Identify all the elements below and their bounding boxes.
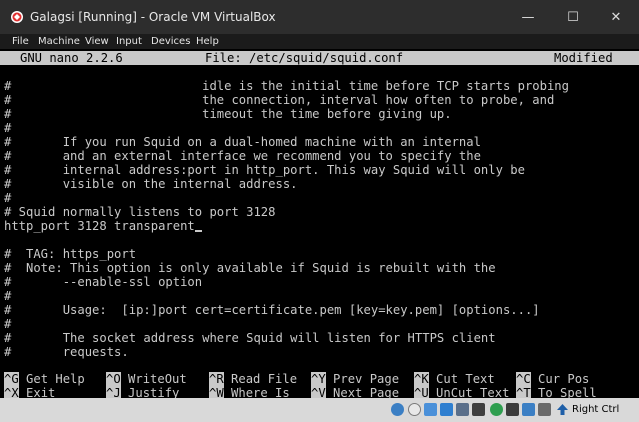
virtualbox-window: Galagsi [Running] - Oracle VM VirtualBox… [0,0,639,422]
window-title: Galagsi [Running] - Oracle VM VirtualBox [30,10,276,24]
editor-line: # visible on the internal address. [4,177,298,191]
editor-line-current: http_port 3128 transparent [4,219,202,233]
host-key-label: Right Ctrl [572,404,620,415]
host-key-arrow-icon [557,404,568,415]
menu-view[interactable]: View [85,35,109,48]
mouse-integration-icon[interactable] [522,403,535,416]
minimize-button[interactable]: — [510,4,546,30]
editor-line: # [4,121,12,135]
nano-modified-flag: Modified [554,51,613,65]
menu-machine[interactable]: Machine [38,35,80,48]
editor-line: # --enable-ssl option [4,275,203,289]
guest-screen[interactable]: GNU nano 2.2.6 File: /etc/squid/squid.co… [0,49,639,398]
shortcut-exit[interactable]: ^X Exit [4,386,55,398]
virtualbox-icon [11,11,23,23]
shortcut-prev-page[interactable]: ^Y Prev Page [311,372,399,386]
text-cursor [194,219,202,232]
menu-devices[interactable]: Devices [151,35,190,48]
editor-line: # Usage: [ip:]port cert=certificate.pem … [4,303,540,317]
shortcut-next-page[interactable]: ^V Next Page [311,386,399,398]
optical-drive-icon[interactable] [408,403,421,416]
shortcut-to-spell[interactable]: ^T To Spell [516,386,597,398]
shortcut-cur-pos[interactable]: ^C Cur Pos [516,372,589,386]
audio-icon[interactable] [424,403,437,416]
menu-bar: File Machine View Input Devices Help [0,34,639,49]
usb-icon[interactable] [456,403,469,416]
shared-folders-icon[interactable] [472,403,485,416]
editor-line: # internal address:port in http_port. Th… [4,163,525,177]
shortcut-justify[interactable]: ^J Justify [106,386,179,398]
video-capture-icon[interactable] [506,403,519,416]
shortcut-get-help[interactable]: ^G Get Help [4,372,85,386]
maximize-button[interactable]: ☐ [555,4,591,30]
nano-version: GNU nano 2.2.6 [20,51,123,65]
nano-header: GNU nano 2.2.6 File: /etc/squid/squid.co… [0,51,639,65]
hard-disk-icon[interactable] [391,403,404,416]
editor-line: # The socket address where Squid will li… [4,331,496,345]
editor-line: # [4,317,12,331]
menu-help[interactable]: Help [196,35,219,48]
editor-line: # and an external interface we recommend… [4,149,481,163]
editor-line: # Squid normally listens to port 3128 [4,205,276,219]
title-bar[interactable]: Galagsi [Running] - Oracle VM VirtualBox… [0,0,639,34]
shortcut-read-file[interactable]: ^R Read File [209,372,297,386]
shortcut-cut-text[interactable]: ^K Cut Text [414,372,495,386]
editor-line: # TAG: https_port [4,247,137,261]
close-button[interactable]: ✕ [598,4,634,30]
editor-line-text: http_port 3128 transparent [4,219,195,233]
nano-filename: File: /etc/squid/squid.conf [205,51,404,65]
editor-line: # Note: This option is only available if… [4,261,496,275]
editor-line: # [4,289,12,303]
editor-line: # the connection, interval how often to … [4,93,555,107]
editor-line: # idle is the initial time before TCP st… [4,79,569,93]
shortcut-where-is[interactable]: ^W Where Is [209,386,290,398]
shortcut-writeout[interactable]: ^O WriteOut [106,372,187,386]
network-icon[interactable] [440,403,453,416]
display-icon[interactable] [490,403,503,416]
editor-line: # requests. [4,345,129,359]
status-bar: Right Ctrl [0,398,639,422]
menu-file[interactable]: File [12,35,29,48]
editor-line: # [4,191,12,205]
editor-line: # If you run Squid on a dual-homed machi… [4,135,481,149]
keyboard-capture-icon[interactable] [538,403,551,416]
editor-line: # timeout the time before giving up. [4,107,452,121]
shortcut-uncut-text[interactable]: ^U UnCut Text [414,386,509,398]
menu-input[interactable]: Input [116,35,142,48]
